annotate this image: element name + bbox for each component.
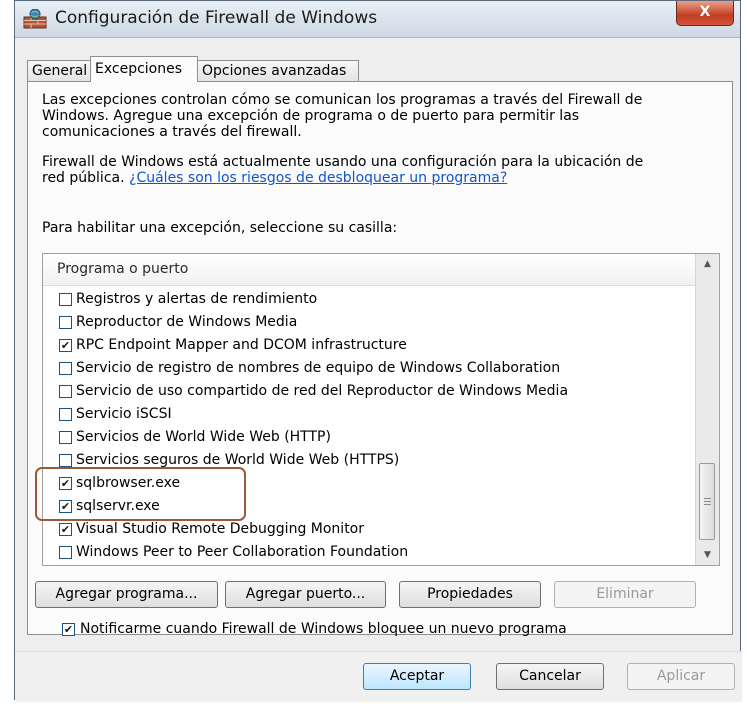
risks-link[interactable]: ¿Cuáles son los riesgos de desbloquear u… [129, 170, 507, 186]
delete-button: Eliminar [554, 581, 696, 608]
dialog-footer: Aceptar Cancelar Aplicar [15, 651, 742, 702]
checkbox[interactable] [59, 293, 72, 306]
tab-opciones-avanzadas[interactable]: Opciones avanzadas [197, 60, 359, 81]
tab-opciones-avanzadas-label: Opciones avanzadas [202, 63, 347, 79]
checkbox[interactable] [59, 431, 72, 444]
grip-icon [704, 498, 711, 499]
status-text: Firewall de Windows está actualmente usa… [42, 154, 722, 186]
list-header[interactable]: Programa o puerto [43, 254, 695, 286]
list-item-label: Registros y alertas de rendimiento [76, 291, 318, 307]
cancel-button[interactable]: Cancelar [496, 663, 604, 690]
scroll-up-icon[interactable]: ▲ [696, 254, 719, 274]
apply-button: Aplicar [627, 663, 735, 690]
notify-label: Notificarme cuando Firewall de Windows b… [80, 621, 567, 637]
checkbox[interactable]: ✔ [59, 500, 72, 513]
list-item-label: Servicio de registro de nombres de equip… [76, 360, 561, 376]
exceptions-list[interactable]: Programa o puerto Registros y alertas de… [42, 253, 720, 566]
intro-line: Las excepciones controlan cómo se comuni… [42, 92, 643, 108]
list-item-label: Servicio de uso compartido de red del Re… [76, 383, 569, 399]
tab-general-label: General [32, 63, 88, 79]
list-header-label: Programa o puerto [57, 261, 189, 277]
checkbox[interactable]: ✔ [59, 339, 72, 352]
list-item-label: sqlbrowser.exe [76, 475, 181, 491]
checkbox[interactable] [59, 385, 72, 398]
checkbox[interactable] [59, 454, 72, 467]
add-port-button[interactable]: Agregar puerto... [225, 581, 386, 608]
vertical-scrollbar[interactable]: ▲ ▼ [695, 254, 719, 565]
checkbox[interactable]: ✔ [59, 523, 72, 536]
window-title: Configuración de Firewall de Windows [55, 8, 378, 28]
instruction-label: Para habilitar una excepción, seleccione… [42, 220, 398, 236]
firewall-icon [23, 9, 47, 29]
intro-line: comunicaciones a través del firewall. [42, 124, 302, 140]
intro-line: Windows. Agregue una excepción de progra… [42, 108, 580, 124]
notify-checkbox[interactable]: ✔ [62, 623, 75, 636]
tab-panel-excepciones: Las excepciones controlan cómo se comuni… [27, 81, 733, 635]
grip-icon [704, 501, 711, 502]
firewall-dialog: Configuración de Firewall de Windows X G… [14, 0, 742, 702]
status-line: Firewall de Windows está actualmente usa… [42, 154, 644, 170]
tab-general[interactable]: General [27, 60, 92, 81]
properties-button[interactable]: Propiedades [399, 581, 541, 608]
scroll-down-icon[interactable]: ▼ [696, 545, 719, 565]
tab-excepciones-label: Excepciones [95, 61, 183, 77]
tab-excepciones[interactable]: Excepciones [90, 56, 198, 82]
list-item-label: Reproductor de Windows Media [76, 314, 298, 330]
intro-text: Las excepciones controlan cómo se comuni… [42, 92, 722, 140]
list-item-label: Servicios de World Wide Web (HTTP) [76, 429, 331, 445]
list-item-label: RPC Endpoint Mapper and DCOM infrastruct… [76, 337, 407, 353]
title-bar[interactable]: Configuración de Firewall de Windows X [15, 1, 740, 38]
list-item-label: Windows Peer to Peer Collaboration Found… [76, 544, 409, 560]
checkbox[interactable] [59, 316, 72, 329]
scroll-thumb[interactable] [699, 463, 715, 540]
list-item-label: Servicio iSCSI [76, 406, 172, 422]
checkbox[interactable] [59, 408, 72, 421]
grip-icon [704, 504, 711, 505]
list-item-label: sqlservr.exe [76, 498, 160, 514]
status-line: red pública. [42, 170, 130, 186]
checkbox[interactable] [59, 362, 72, 375]
close-icon: X [699, 4, 711, 20]
checkbox[interactable] [59, 546, 72, 559]
ok-button[interactable]: Aceptar [363, 663, 471, 690]
checkbox[interactable]: ✔ [59, 477, 72, 490]
list-item-label: Visual Studio Remote Debugging Monitor [76, 521, 364, 537]
add-program-button[interactable]: Agregar programa... [35, 581, 218, 608]
list-item-label: Servicios seguros de World Wide Web (HTT… [76, 452, 400, 468]
close-button[interactable]: X [676, 1, 734, 26]
